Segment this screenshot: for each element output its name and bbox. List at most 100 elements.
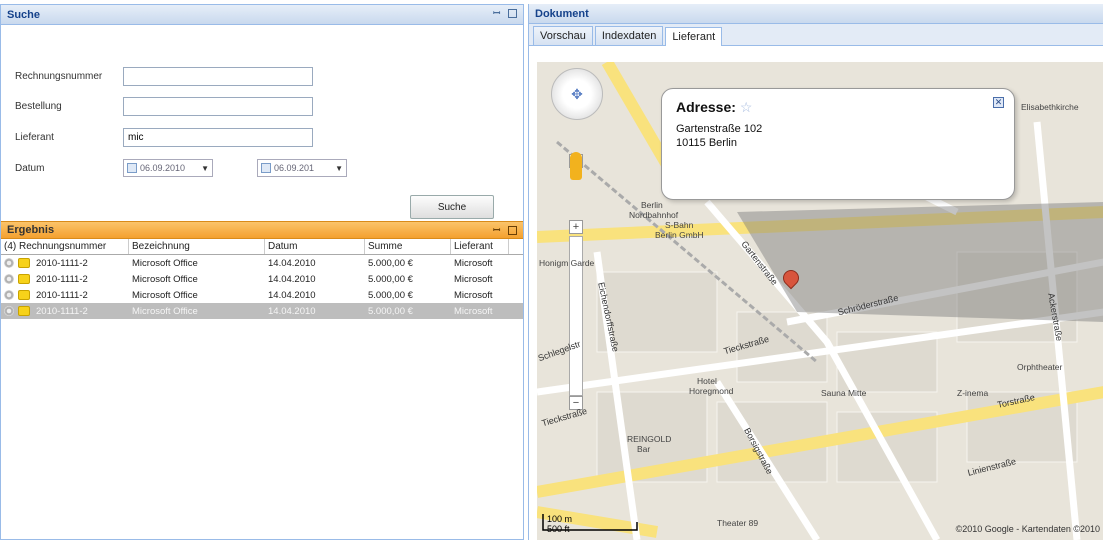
cell-lieferant: Microsoft — [454, 289, 493, 301]
table-row[interactable]: 2010-1111-2 Microsoft Office 14.04.2010 … — [1, 287, 523, 303]
left-pane: Suche ꟷ Rechnungsnummer Bestellung Liefe… — [0, 4, 524, 540]
cell-datum: 14.04.2010 — [268, 289, 316, 301]
date-from-field[interactable]: 06.09.2010 ▼ — [123, 159, 213, 177]
result-panel-title: Ergebnis — [7, 224, 55, 236]
cell-nr: 2010-1111-2 — [1, 290, 129, 301]
search-panel-header: Suche ꟷ — [1, 5, 523, 25]
chevron-down-icon[interactable]: ▼ — [201, 164, 209, 173]
cell-summe: 5.000,00 € — [368, 289, 413, 301]
bestellung-label: Bestellung — [15, 101, 62, 112]
gear-icon[interactable] — [4, 289, 14, 300]
pin-icon[interactable]: ꟷ — [493, 9, 502, 18]
result-panel-header: Ergebnis ꟷ — [1, 221, 523, 239]
search-panel-title: Suche — [7, 8, 41, 21]
map-copyright[interactable]: ©2010 Google - Kartendaten ©2010 — [956, 524, 1100, 534]
table-row[interactable]: 2010-1111-2 Microsoft Office 14.04.2010 … — [1, 271, 523, 287]
folder-icon[interactable] — [18, 273, 30, 284]
cell-lieferant: Microsoft — [454, 257, 493, 269]
zoom-in-button[interactable]: + — [569, 220, 583, 234]
map-scale: 100 m 500 ft — [547, 514, 573, 534]
gear-icon[interactable] — [4, 305, 14, 316]
calendar-icon[interactable] — [127, 163, 137, 173]
col-header-lieferant[interactable]: Lieferant — [451, 239, 509, 254]
gear-icon[interactable] — [4, 257, 14, 268]
place-label: Honigm Garde — [539, 258, 595, 268]
col-header-summe[interactable]: Summe — [365, 239, 451, 254]
row-rechnungsnummer: Rechnungsnummer — [15, 67, 313, 86]
tab-indexdaten[interactable]: Indexdaten — [594, 26, 664, 45]
search-form: Rechnungsnummer Bestellung Lieferant Dat… — [1, 25, 523, 221]
tab-vorschau[interactable]: Vorschau — [533, 26, 593, 45]
place-label: Elisabethkirche — [1021, 102, 1079, 112]
place-label: Bar — [637, 444, 651, 454]
close-icon[interactable]: ✕ — [993, 97, 1004, 108]
date-to-field[interactable]: 06.09.201 ▼ — [257, 159, 347, 177]
place-label: Theater 89 — [717, 518, 759, 528]
lieferant-label: Lieferant — [15, 132, 54, 143]
cell-summe: 5.000,00 € — [368, 273, 413, 285]
datum-label: Datum — [15, 162, 45, 174]
gear-icon[interactable] — [4, 273, 14, 284]
date-from-value: 06.09.2010 — [140, 163, 186, 173]
folder-icon[interactable] — [18, 257, 30, 268]
cell-bezeichnung: Microsoft Office — [132, 289, 198, 301]
cell-lieferant: Microsoft — [454, 273, 493, 285]
cell-summe: 5.000,00 € — [368, 305, 413, 317]
cell-lieferant: Microsoft — [454, 305, 493, 317]
chevron-down-icon[interactable]: ▼ — [335, 164, 343, 173]
document-panel-header: Dokument — [529, 4, 1103, 24]
cell-nr: 2010-1111-2 — [1, 258, 129, 269]
document-tabs: Vorschau Indexdaten Lieferant — [529, 24, 1103, 46]
cell-bezeichnung: Microsoft Office — [132, 257, 198, 269]
document-panel-title: Dokument — [535, 7, 589, 20]
place-label: S-Bahn — [665, 220, 694, 230]
cell-bezeichnung: Microsoft Office — [132, 273, 198, 285]
cell-summe: 5.000,00 € — [368, 257, 413, 269]
cell-datum: 14.04.2010 — [268, 257, 316, 269]
folder-icon[interactable] — [18, 289, 30, 300]
pin-icon[interactable]: ꟷ — [493, 226, 502, 235]
info-bubble: Adresse: ☆ Gartenstraße 102 10115 Berlin… — [661, 88, 1015, 200]
bestellung-input[interactable] — [123, 97, 313, 116]
place-label: Berlin — [641, 200, 663, 210]
cell-datum: 14.04.2010 — [268, 305, 316, 317]
pan-control[interactable]: ✥ — [551, 68, 603, 120]
place-label: Horegmond — [689, 386, 734, 396]
table-row[interactable]: 2010-1111-2 Microsoft Office 14.04.2010 … — [1, 255, 523, 271]
rechnungsnummer-input[interactable] — [123, 67, 313, 86]
table-row-selected[interactable]: 2010-1111-2 Microsoft Office 14.04.2010 … — [1, 303, 523, 319]
tab-lieferant[interactable]: Lieferant — [665, 27, 723, 46]
place-label: Sauna Mitte — [821, 388, 867, 398]
rechnungsnummer-label: Rechnungsnummer — [15, 71, 103, 82]
address-city: 10115 Berlin — [676, 137, 737, 149]
place-label: Hotel — [697, 376, 717, 386]
row-lieferant: Lieferant — [15, 128, 313, 147]
pegman-icon[interactable] — [570, 152, 582, 180]
result-grid-header: (4) Rechnungsnummer Bezeichnung Datum Su… — [1, 239, 523, 255]
maximize-icon[interactable] — [508, 226, 517, 235]
col-header-bezeichnung[interactable]: Bezeichnung — [129, 239, 265, 254]
place-label: REINGOLD — [627, 434, 672, 444]
right-pane: Dokument Vorschau Indexdaten Lieferant ✥… — [528, 4, 1103, 540]
row-datum: Datum 06.09.2010 ▼ 06.09.201 ▼ — [15, 159, 391, 177]
place-label: Berlin GmbH — [655, 230, 704, 240]
maximize-icon[interactable] — [508, 9, 517, 18]
col-header-rechnungsnummer[interactable]: (4) Rechnungsnummer — [1, 239, 129, 254]
cell-datum: 14.04.2010 — [268, 273, 316, 285]
cell-nr: 2010-1111-2 — [1, 274, 129, 285]
cell-bezeichnung: Microsoft Office — [132, 305, 198, 317]
cell-nr: 2010-1111-2 — [1, 306, 129, 317]
search-button[interactable]: Suche — [410, 195, 494, 219]
map-view[interactable]: ✥ ○ + − Adresse: ☆ Gartenstraße 102 1011… — [537, 62, 1103, 540]
star-icon[interactable]: ☆ — [740, 99, 753, 115]
place-label: Orphtheater — [1017, 362, 1063, 372]
bubble-title: Adresse: ☆ — [676, 99, 753, 115]
lieferant-input[interactable] — [123, 128, 313, 147]
row-bestellung: Bestellung — [15, 97, 313, 116]
calendar-icon[interactable] — [261, 163, 271, 173]
col-header-datum[interactable]: Datum — [265, 239, 365, 254]
place-label: Nordbahnhof — [629, 210, 679, 220]
address-street: Gartenstraße 102 — [676, 123, 763, 135]
place-label: Z-inema — [957, 388, 989, 398]
folder-icon[interactable] — [18, 305, 30, 316]
